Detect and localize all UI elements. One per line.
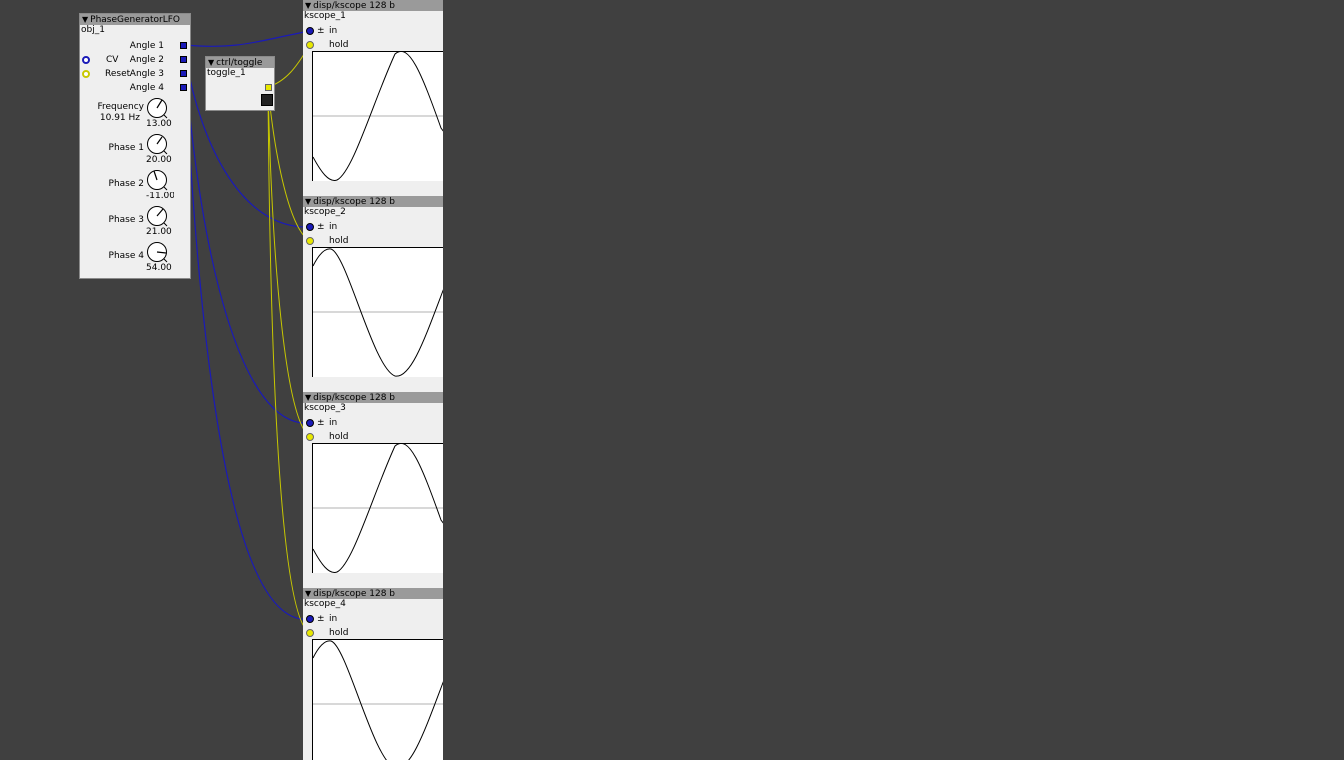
kscope4-display — [312, 639, 443, 760]
outlet-angle1[interactable] — [180, 42, 187, 49]
kscope3-header[interactable]: ▼ disp/kscope 128 b — [303, 392, 443, 403]
collapse-triangle-icon[interactable]: ▼ — [305, 393, 311, 402]
kscope2-header[interactable]: ▼ disp/kscope 128 b — [303, 196, 443, 207]
frequency-value: 13.00 — [146, 119, 172, 129]
kscope3-waveform — [313, 444, 443, 573]
kscope1-pm-label: ± — [317, 26, 325, 36]
toggle-header[interactable]: ▼ ctrl/toggle — [206, 57, 274, 68]
wire-angle4-kscope4 — [185, 86, 311, 620]
kscope2-type-label: disp/kscope 128 b — [313, 197, 396, 207]
kscope2-object[interactable]: ▼ disp/kscope 128 b kscope_2 ± in hold — [303, 196, 443, 382]
frequency-label: Frequency — [97, 102, 145, 112]
outlet-angle4[interactable] — [180, 84, 187, 91]
outlet-label-angle2: Angle 2 — [129, 55, 164, 65]
wire-angle1-kscope1 — [185, 30, 311, 47]
kscope3-type-label: disp/kscope 128 b — [313, 393, 396, 403]
kscope1-display — [312, 51, 443, 181]
lfo-header[interactable]: ▼ PhaseGeneratorLFO — [80, 14, 190, 25]
kscope4-in-label: in — [329, 614, 338, 624]
inlet-label-cv: CV — [106, 55, 119, 65]
kscope2-inlet-in[interactable] — [306, 223, 314, 231]
phase4-knob[interactable] — [146, 241, 170, 265]
kscope4-type-label: disp/kscope 128 b — [313, 589, 396, 599]
inlet-label-reset: Reset — [105, 69, 131, 79]
kscope1-inlet-in[interactable] — [306, 27, 314, 35]
lfo-object[interactable]: ▼ PhaseGeneratorLFO obj_1 Angle 1 CV Angl… — [79, 13, 191, 279]
kscope3-inlet-hold[interactable] — [306, 433, 314, 441]
phase2-knob[interactable] — [146, 169, 170, 193]
kscope3-display — [312, 443, 443, 573]
kscope4-inlet-in[interactable] — [306, 615, 314, 623]
kscope4-waveform — [313, 640, 443, 760]
kscope1-in-label: in — [329, 26, 338, 36]
outlet-label-angle4: Angle 4 — [129, 83, 164, 93]
patch-cables — [185, 30, 311, 634]
kscope1-object[interactable]: ▼ disp/kscope 128 b kscope_1 ± in hold — [303, 0, 443, 186]
phase4-value: 54.00 — [146, 263, 172, 273]
kscope4-inlet-hold[interactable] — [306, 629, 314, 637]
toggle-outlet[interactable] — [265, 84, 272, 91]
kscope1-waveform — [313, 52, 443, 181]
phase3-value: 21.00 — [146, 227, 172, 237]
kscope2-hold-label: hold — [329, 236, 349, 246]
kscope1-header[interactable]: ▼ disp/kscope 128 b — [303, 0, 443, 11]
kscope1-hold-label: hold — [329, 40, 349, 50]
phase2-value: -11.00 — [146, 192, 174, 201]
inlet-cv[interactable] — [82, 56, 90, 64]
collapse-triangle-icon[interactable]: ▼ — [305, 1, 311, 10]
outlet-angle2[interactable] — [180, 56, 187, 63]
phase2-label: Phase 2 — [108, 179, 144, 189]
kscope3-pm-label: ± — [317, 418, 325, 428]
kscope4-pm-label: ± — [317, 614, 325, 624]
phase3-label: Phase 3 — [108, 215, 144, 225]
toggle-button[interactable] — [261, 94, 273, 106]
kscope2-display — [312, 247, 443, 377]
toggle-type-label: ctrl/toggle — [216, 58, 263, 68]
collapse-triangle-icon[interactable]: ▼ — [305, 197, 311, 206]
phase1-label: Phase 1 — [108, 143, 144, 153]
wire-angle3-kscope3 — [185, 72, 311, 424]
phase1-knob[interactable] — [146, 133, 170, 157]
toggle-instance-name[interactable]: toggle_1 — [206, 68, 274, 79]
inlet-reset[interactable] — [82, 70, 90, 78]
phase4-label: Phase 4 — [108, 251, 144, 261]
kscope2-pm-label: ± — [317, 222, 325, 232]
lfo-type-label: PhaseGeneratorLFO — [90, 15, 181, 25]
kscope4-object[interactable]: ▼ disp/kscope 128 b kscope_4 ± in hold — [303, 588, 443, 760]
lfo-instance-name[interactable]: obj_1 — [80, 25, 190, 36]
kscope4-hold-label: hold — [329, 628, 349, 638]
frequency-knob[interactable] — [146, 97, 170, 121]
kscope3-in-label: in — [329, 418, 338, 428]
outlet-label-angle1: Angle 1 — [129, 41, 164, 51]
kscope4-instance-name[interactable]: kscope_4 — [303, 599, 443, 610]
phase3-knob[interactable] — [146, 205, 170, 229]
kscope2-in-label: in — [329, 222, 338, 232]
kscope4-header[interactable]: ▼ disp/kscope 128 b — [303, 588, 443, 599]
kscope3-inlet-in[interactable] — [306, 419, 314, 427]
kscope2-instance-name[interactable]: kscope_2 — [303, 207, 443, 218]
kscope3-object[interactable]: ▼ disp/kscope 128 b kscope_3 ± in hold — [303, 392, 443, 578]
kscope1-instance-name[interactable]: kscope_1 — [303, 11, 443, 22]
collapse-triangle-icon[interactable]: ▼ — [208, 58, 214, 67]
toggle-object[interactable]: ▼ ctrl/toggle toggle_1 — [205, 56, 275, 111]
phase1-value: 20.00 — [146, 155, 172, 165]
kscope2-waveform — [313, 248, 443, 377]
kscope3-hold-label: hold — [329, 432, 349, 442]
kscope2-inlet-hold[interactable] — [306, 237, 314, 245]
kscope1-type-label: disp/kscope 128 b — [313, 1, 396, 11]
outlet-angle3[interactable] — [180, 70, 187, 77]
frequency-readout: 10.91 Hz — [99, 113, 140, 123]
kscope3-instance-name[interactable]: kscope_3 — [303, 403, 443, 414]
outlet-label-angle3: Angle 3 — [129, 69, 164, 79]
kscope1-inlet-hold[interactable] — [306, 41, 314, 49]
collapse-triangle-icon[interactable]: ▼ — [305, 589, 311, 598]
collapse-triangle-icon[interactable]: ▼ — [82, 15, 88, 24]
